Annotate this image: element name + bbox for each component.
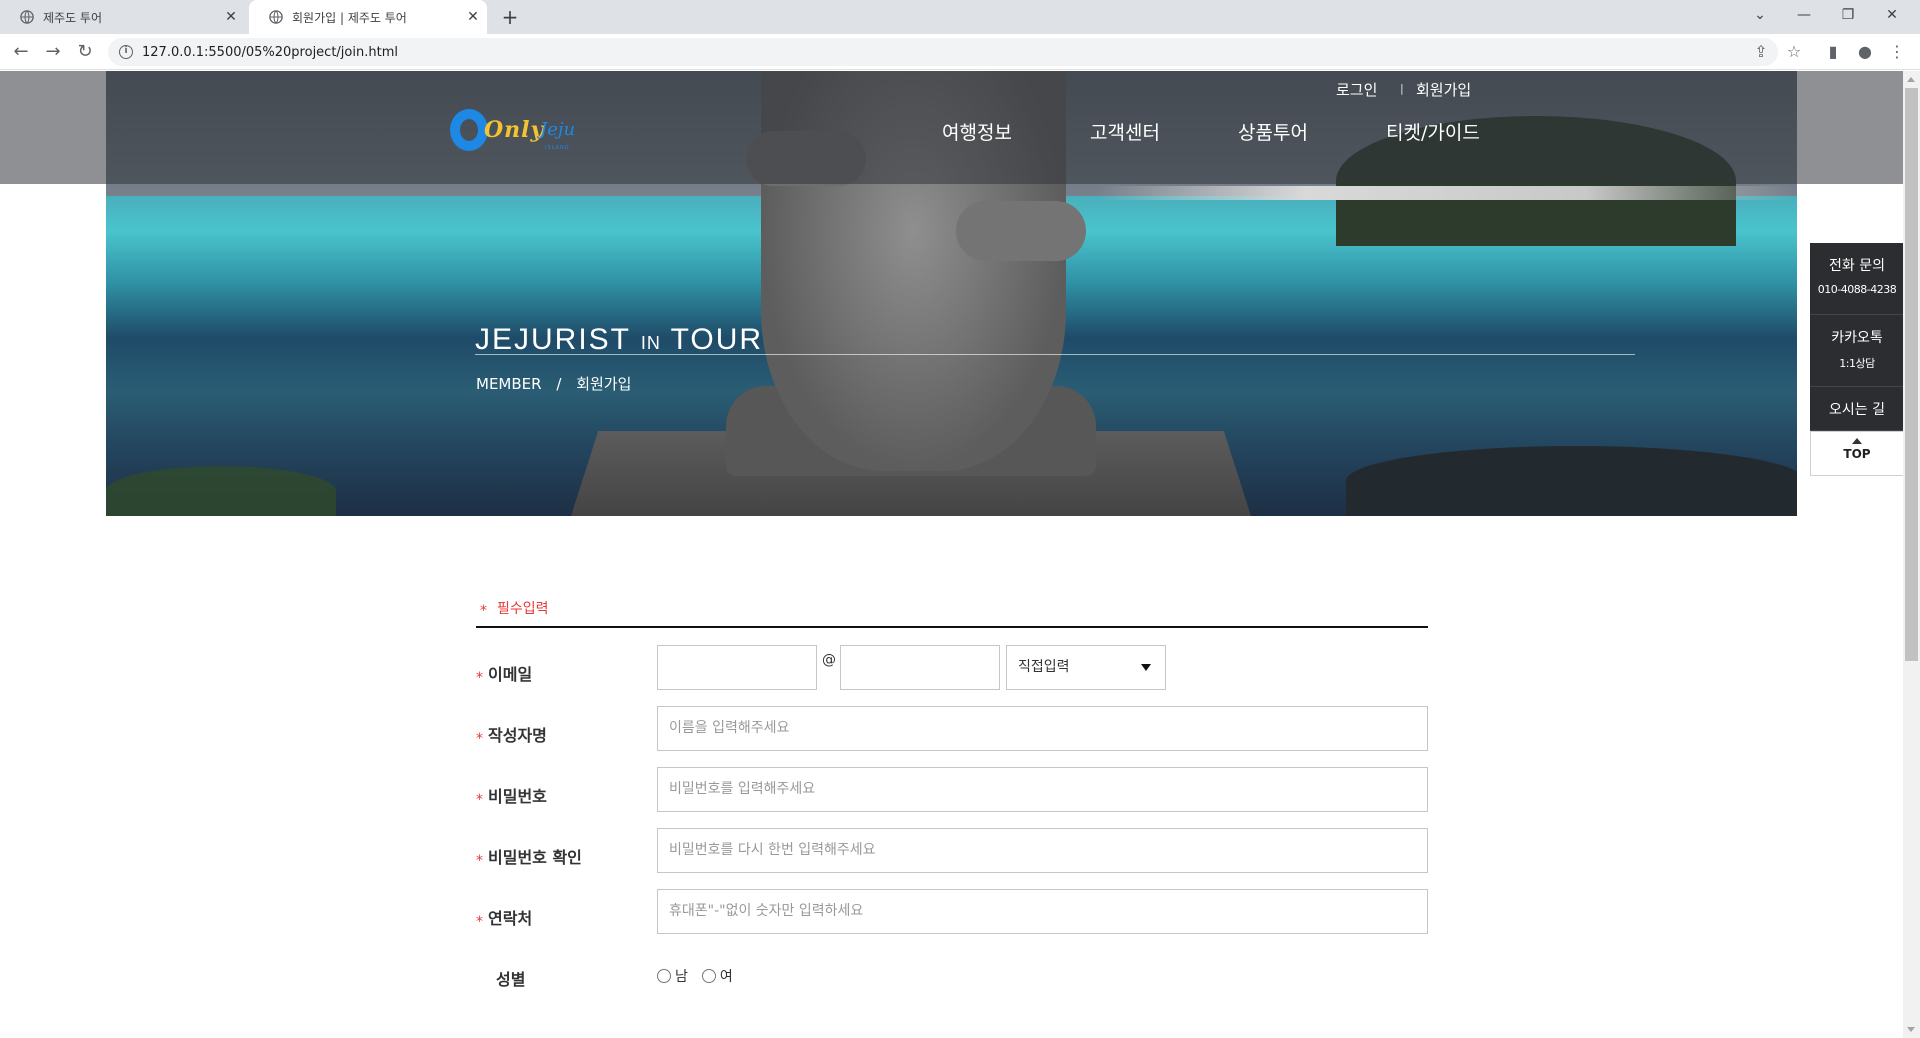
scroll-top-button[interactable]: TOP	[1810, 431, 1903, 476]
browser-tab[interactable]: 제주도 투어 ✕	[0, 0, 245, 34]
email-domain-select[interactable]: 직접입력	[1006, 645, 1166, 690]
scrollbar-thumb[interactable]	[1905, 88, 1918, 661]
page-scrollbar[interactable]	[1903, 71, 1920, 1038]
breadcrumb-separator: /	[556, 375, 562, 393]
browser-tab-strip: 제주도 투어 ✕ 회원가입 | 제주도 투어 ✕ + ⌄ — ❐ ✕	[0, 0, 1920, 34]
quick-menu: 전화 문의 010-4088-4238 카카오톡 1:1상담 오시는 길 TOP	[1810, 243, 1903, 476]
breadcrumb-join: 회원가입	[576, 375, 632, 393]
join-form: * 필수입력 * 이메일 @ 직접입력 * 작성자명 이름을 입력해주세요 * 비밀번…	[476, 598, 1428, 1011]
directions-button[interactable]: 오시는 길	[1810, 387, 1903, 431]
scroll-down-icon[interactable]	[1907, 1027, 1915, 1032]
reload-icon[interactable]: ↻	[72, 39, 98, 65]
gender-male-option[interactable]: 남	[657, 966, 688, 986]
tab-title: 제주도 투어	[43, 10, 103, 25]
globe-icon	[269, 10, 283, 24]
password-confirm-label: * 비밀번호 확인	[476, 848, 582, 869]
join-link[interactable]: 회원가입	[1416, 79, 1471, 100]
email-domain-input[interactable]	[840, 645, 1000, 690]
arrow-up-icon	[1852, 438, 1862, 444]
breadcrumb-member: MEMBER	[476, 375, 542, 393]
nav-separator: |	[1400, 82, 1404, 95]
tab-search-chevron-icon[interactable]: ⌄	[1738, 0, 1782, 30]
globe-icon	[20, 10, 34, 24]
scroll-up-icon[interactable]	[1907, 77, 1915, 82]
nav-product-tour[interactable]: 상품투어	[1238, 118, 1308, 145]
nav-ticket-guide[interactable]: 티켓/가이드	[1386, 118, 1480, 145]
bookmark-star-icon[interactable]: ☆	[1781, 39, 1807, 65]
back-icon[interactable]: ←	[8, 39, 34, 65]
close-window-icon[interactable]: ✕	[1870, 0, 1914, 30]
email-id-input[interactable]	[657, 645, 817, 690]
email-label: * 이메일	[476, 665, 533, 686]
name-input[interactable]: 이름을 입력해주세요	[657, 706, 1428, 751]
password-confirm-input[interactable]: 비밀번호를 다시 한번 입력해주세요	[657, 828, 1428, 873]
page-viewport: Only Jeju ISLAND 로그인 | 회원가입 여행정보 고객센터 상품…	[0, 71, 1903, 1038]
share-icon[interactable]: ⇪	[1748, 39, 1774, 65]
required-heading: * 필수입력	[476, 598, 1428, 628]
password-row: * 비밀번호 비밀번호를 입력해주세요	[476, 767, 1428, 828]
restore-icon[interactable]: ❐	[1826, 0, 1870, 30]
breadcrumb: MEMBER / 회원가입	[476, 373, 641, 394]
close-tab-icon[interactable]: ✕	[217, 9, 245, 25]
gender-label: 성별	[496, 970, 526, 989]
site-info-icon[interactable]: i	[119, 45, 133, 59]
forward-icon[interactable]: →	[40, 39, 66, 65]
login-link[interactable]: 로그인	[1336, 79, 1377, 100]
side-panel-icon[interactable]: ▮	[1820, 39, 1846, 65]
browser-toolbar: ← → ↻ i 127.0.0.1:5500/05%20project/join…	[0, 34, 1920, 70]
gender-female-option[interactable]: 여	[701, 966, 733, 986]
nav-travel-info[interactable]: 여행정보	[942, 118, 1012, 145]
kakao-chat-button[interactable]: 카카오톡 1:1상담	[1810, 315, 1903, 387]
new-tab-button[interactable]: +	[496, 4, 524, 30]
tab-title: 회원가입 | 제주도 투어	[292, 10, 407, 25]
gender-row: 성별 남 여	[476, 950, 1428, 1011]
phone-inquiry-button[interactable]: 전화 문의 010-4088-4238	[1810, 243, 1903, 315]
phone-input[interactable]: 휴대폰"-"없이 숫자만 입력하세요	[657, 889, 1428, 934]
hero-divider	[475, 354, 1635, 355]
name-label: * 작성자명	[476, 726, 547, 747]
password-confirm-row: * 비밀번호 확인 비밀번호를 다시 한번 입력해주세요	[476, 828, 1428, 889]
nav-customer-center[interactable]: 고객센터	[1090, 118, 1160, 145]
top-utility-nav: 로그인 | 회원가입	[0, 79, 1903, 99]
dropdown-caret-icon	[1141, 664, 1151, 671]
browser-tab-active[interactable]: 회원가입 | 제주도 투어 ✕	[249, 0, 487, 34]
radio-circle-icon[interactable]	[657, 969, 671, 983]
name-row: * 작성자명 이름을 입력해주세요	[476, 706, 1428, 767]
phone-label: * 연락처	[476, 909, 533, 930]
hero-title: JEJURIST IN TOUR	[475, 323, 764, 356]
radio-circle-icon[interactable]	[701, 969, 716, 983]
phone-row: * 연락처 휴대폰"-"없이 숫자만 입력하세요	[476, 889, 1428, 950]
email-at-sign: @	[822, 652, 836, 668]
close-tab-icon[interactable]: ✕	[459, 9, 487, 25]
address-bar[interactable]: i 127.0.0.1:5500/05%20project/join.html	[108, 38, 1778, 66]
menu-kebab-icon[interactable]: ⋮	[1884, 39, 1910, 65]
address-url: 127.0.0.1:5500/05%20project/join.html	[142, 44, 398, 60]
profile-icon[interactable]: ●	[1852, 39, 1878, 65]
password-input[interactable]: 비밀번호를 입력해주세요	[657, 767, 1428, 812]
minimize-icon[interactable]: —	[1782, 0, 1826, 30]
site-logo[interactable]: Only Jeju ISLAND	[450, 107, 585, 157]
gender-radio-group: 남 여	[657, 966, 747, 986]
email-row: * 이메일 @ 직접입력	[476, 645, 1428, 706]
password-label: * 비밀번호	[476, 787, 547, 808]
